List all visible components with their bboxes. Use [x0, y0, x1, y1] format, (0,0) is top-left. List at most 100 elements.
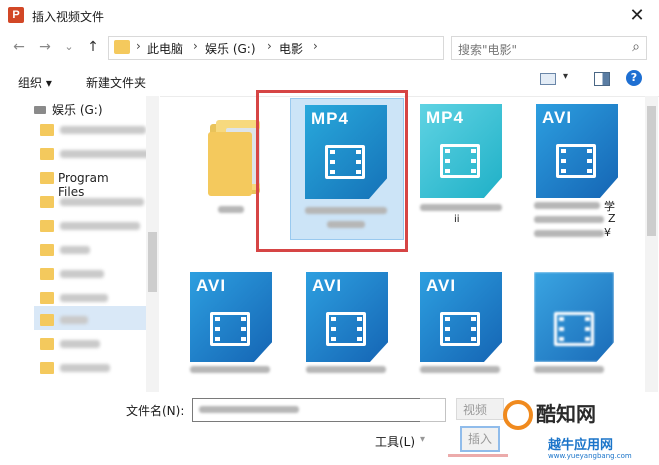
file-name-fragment: ¥ — [604, 226, 611, 239]
file-tile[interactable]: AVI — [180, 268, 290, 408]
watermark-site-name: 越牛应用网 — [548, 437, 614, 452]
breadcrumb-separator[interactable]: › — [193, 39, 198, 53]
folder-icon — [40, 338, 54, 350]
address-bar[interactable]: › 此电脑 › 娱乐 (G:) › 电影 › ⌄ ↻ — [108, 36, 543, 60]
view-options-icon[interactable] — [540, 73, 556, 85]
content-scrollbar-thumb[interactable] — [647, 106, 656, 236]
film-hole — [215, 317, 220, 321]
folder-icon — [114, 40, 130, 54]
film-hole — [471, 317, 476, 321]
powerpoint-icon: P — [8, 7, 24, 23]
back-button[interactable]: ← — [10, 38, 28, 56]
blurred-label — [60, 294, 108, 302]
watermark-brand: 酷知网 — [536, 404, 596, 426]
nav-scrollbar-thumb[interactable] — [148, 232, 157, 292]
film-icon — [440, 312, 480, 346]
film-hole — [471, 327, 476, 331]
film-hole — [587, 149, 592, 153]
film-hole — [241, 317, 246, 321]
file-tile[interactable] — [530, 268, 640, 408]
folder-icon — [40, 148, 54, 160]
file-name — [534, 216, 604, 223]
recent-locations-button[interactable]: ⌄ — [60, 38, 78, 56]
film-hole — [331, 317, 336, 321]
breadcrumb-this-pc[interactable]: 此电脑 — [147, 40, 183, 57]
film-hole — [445, 317, 450, 321]
film-icon — [554, 312, 594, 346]
help-icon[interactable]: ? — [626, 70, 642, 86]
up-button[interactable]: ↑ — [84, 38, 102, 56]
search-input[interactable]: 搜索"电影" — [458, 41, 517, 58]
avi-file-icon: AVI — [190, 272, 272, 362]
preview-pane-icon[interactable] — [594, 72, 610, 86]
forward-button[interactable]: → — [36, 38, 54, 56]
blurred-label — [60, 270, 104, 278]
organize-menu[interactable]: 组织 ▾ — [18, 74, 52, 91]
file-name — [534, 366, 604, 373]
file-tile[interactable]: AVI — [298, 268, 408, 408]
folder-icon — [40, 268, 54, 280]
close-button[interactable]: ✕ — [625, 4, 649, 28]
film-hole — [471, 337, 476, 341]
file-type-label: AVI — [196, 276, 227, 295]
file-tile[interactable]: AVI 学 Z ¥ — [530, 100, 640, 240]
file-name-fragment: Z — [608, 212, 616, 225]
file-type-label: AVI — [312, 276, 343, 295]
film-hole — [445, 169, 450, 173]
filename-input[interactable] — [192, 398, 446, 422]
arrow-up-icon: ↑ — [87, 39, 99, 55]
file-tile[interactable]: AVI — [414, 268, 524, 408]
filename-value — [199, 406, 299, 413]
folder-icon — [40, 220, 54, 232]
file-type-label: AVI — [426, 276, 457, 295]
film-hole — [561, 159, 566, 163]
file-type-label: AVI — [542, 108, 573, 127]
arrow-right-icon: → — [39, 39, 51, 55]
blurred-label — [60, 198, 144, 206]
file-tile[interactable]: MP4 ii — [414, 100, 524, 240]
film-hole — [471, 149, 476, 153]
film-hole — [331, 327, 336, 331]
file-name-fragment: ii — [454, 214, 460, 225]
film-hole — [357, 327, 362, 331]
folder-icon — [40, 172, 54, 184]
avi-file-icon: AVI — [536, 104, 618, 198]
nav-item-drive[interactable]: 娱乐 (G:) — [52, 101, 103, 118]
file-name — [534, 230, 604, 237]
blurred-label — [60, 364, 110, 372]
breadcrumb-drive[interactable]: 娱乐 (G:) — [205, 40, 256, 57]
search-box[interactable]: 搜索"电影" ⌕ — [451, 36, 647, 60]
film-icon — [326, 312, 366, 346]
blurred-label — [60, 340, 100, 348]
search-icon[interactable]: ⌕ — [632, 39, 640, 55]
tools-menu[interactable]: 工具(L) — [375, 433, 415, 450]
film-hole — [445, 149, 450, 153]
new-folder-button[interactable]: 新建文件夹 — [86, 74, 146, 91]
film-hole — [559, 317, 564, 321]
breadcrumb-separator[interactable]: › — [267, 39, 272, 53]
film-hole — [585, 327, 590, 331]
window-title: 插入视频文件 — [32, 10, 105, 24]
breadcrumb-separator[interactable]: › — [313, 39, 318, 53]
close-icon: ✕ — [629, 5, 645, 26]
film-hole — [471, 169, 476, 173]
nav-item-label: Program Files — [58, 171, 109, 199]
folder-icon — [40, 314, 54, 326]
folder-icon — [40, 292, 54, 304]
film-hole — [471, 159, 476, 163]
filename-label: 文件名(N): — [126, 404, 185, 418]
blurred-label — [60, 222, 140, 230]
view-dropdown-icon[interactable]: ▾ — [563, 71, 568, 82]
film-hole — [215, 337, 220, 341]
breadcrumb-movies[interactable]: 电影 — [279, 40, 303, 57]
arrow-left-icon: ← — [13, 39, 25, 55]
folder-icon — [40, 244, 54, 256]
film-hole — [585, 317, 590, 321]
film-hole — [445, 337, 450, 341]
file-name — [420, 204, 502, 211]
watermark-logo-icon — [503, 400, 533, 430]
film-hole — [587, 169, 592, 173]
chevron-down-icon: ⌄ — [64, 40, 74, 53]
title-bar: P 插入视频文件 ✕ — [0, 0, 659, 32]
breadcrumb-separator[interactable]: › — [136, 39, 141, 53]
